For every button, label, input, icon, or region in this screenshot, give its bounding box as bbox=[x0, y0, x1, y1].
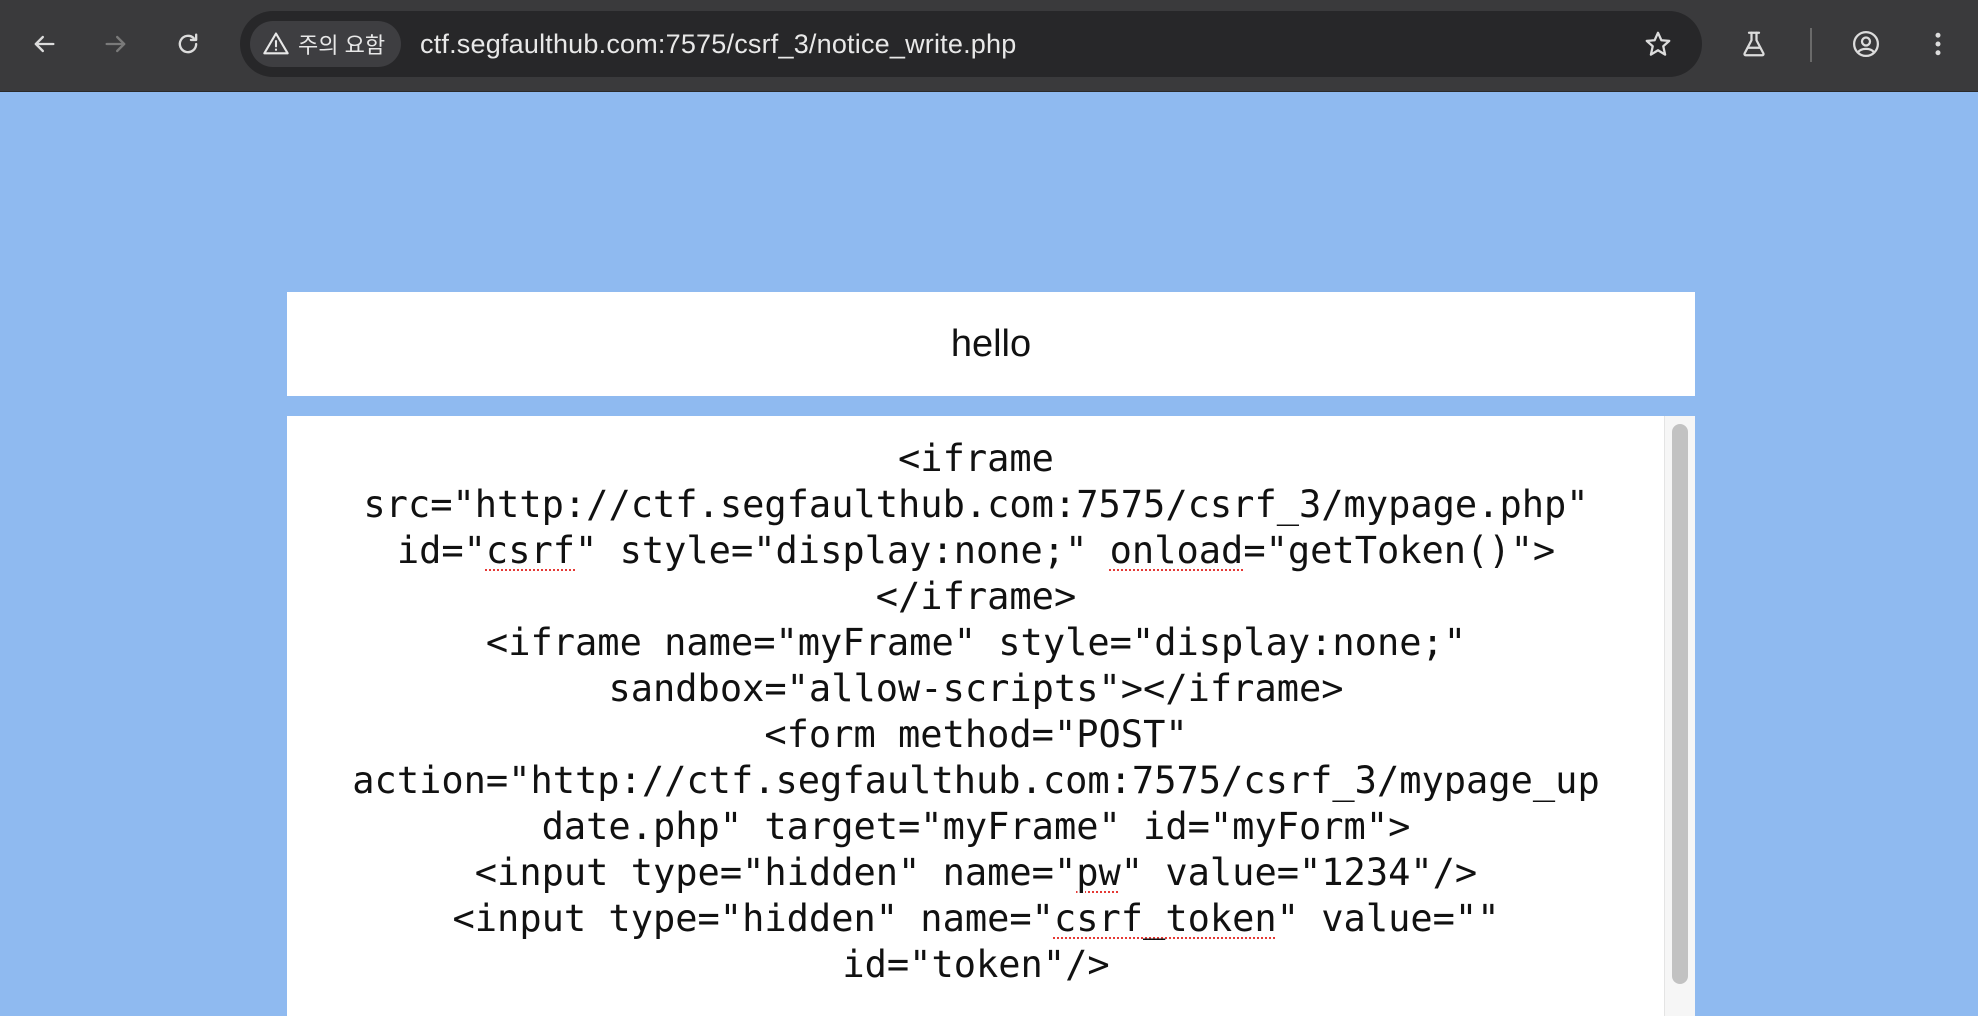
reload-icon bbox=[178, 33, 198, 54]
profile-button[interactable] bbox=[1844, 22, 1888, 66]
security-indicator[interactable]: 주의 요함 bbox=[250, 21, 402, 67]
content-line: <input type="hidden" name="csrf_token" v… bbox=[452, 897, 1500, 940]
warning-triangle-icon bbox=[263, 32, 289, 55]
forward-button[interactable] bbox=[94, 22, 138, 66]
content-line: <form method="POST" bbox=[764, 713, 1188, 756]
post-title-box: hello bbox=[287, 292, 1695, 396]
content-line: date.php" target="myFrame" id="myForm"> bbox=[541, 805, 1411, 848]
scrollbar-thumb[interactable] bbox=[1672, 424, 1688, 984]
address-bar[interactable]: 주의 요함 ctf.segfaulthub.com:7575/csrf_3/no… bbox=[240, 11, 1702, 77]
bookmark-button[interactable] bbox=[1636, 22, 1680, 66]
labs-button[interactable] bbox=[1732, 22, 1776, 66]
security-label: 주의 요함 bbox=[298, 33, 386, 58]
arrow-left-icon bbox=[34, 35, 55, 53]
post-title: hello bbox=[950, 322, 1032, 365]
spellcheck-word-pw: pw bbox=[1076, 851, 1121, 894]
account-circle-icon bbox=[1853, 31, 1879, 57]
content-line: </iframe> bbox=[875, 575, 1077, 618]
spellcheck-word-csrf: csrf bbox=[485, 529, 576, 572]
arrow-right-icon bbox=[105, 35, 126, 53]
spellcheck-word-onload: onload bbox=[1109, 529, 1244, 572]
content-line: id="csrf" style="display:none;" onload="… bbox=[396, 529, 1556, 572]
back-button[interactable] bbox=[22, 22, 66, 66]
content-scrollbar[interactable] bbox=[1664, 416, 1695, 1016]
browser-toolbar: 주의 요함 ctf.segfaulthub.com:7575/csrf_3/no… bbox=[0, 0, 1978, 92]
star-icon bbox=[1645, 31, 1671, 56]
content-line: <input type="hidden" name="pw" value="12… bbox=[474, 851, 1478, 894]
url-text[interactable]: ctf.segfaulthub.com:7575/csrf_3/notice_w… bbox=[420, 11, 1016, 77]
post-content: <iframe src="http://ctf.segfaulthub.com:… bbox=[287, 436, 1665, 988]
reload-button[interactable] bbox=[166, 22, 210, 66]
content-line: <iframe name="myFrame" style="display:no… bbox=[485, 621, 1467, 664]
toolbar-divider bbox=[1810, 28, 1812, 62]
content-line: src="http://ctf.segfaulthub.com:7575/csr… bbox=[363, 483, 1589, 526]
content-line: sandbox="allow-scripts"></iframe> bbox=[608, 667, 1344, 710]
content-line: <iframe bbox=[898, 437, 1054, 480]
content-line: id="token"/> bbox=[842, 943, 1110, 986]
content-line: action="http://ctf.segfaulthub.com:7575/… bbox=[352, 759, 1600, 802]
kebab-menu-icon bbox=[1935, 32, 1941, 56]
flask-icon bbox=[1743, 31, 1765, 57]
browser-menu-button[interactable] bbox=[1916, 22, 1960, 66]
spellcheck-word-csrf-token: csrf_token bbox=[1053, 897, 1277, 940]
post-content-box[interactable]: <iframe src="http://ctf.segfaulthub.com:… bbox=[287, 416, 1695, 1016]
